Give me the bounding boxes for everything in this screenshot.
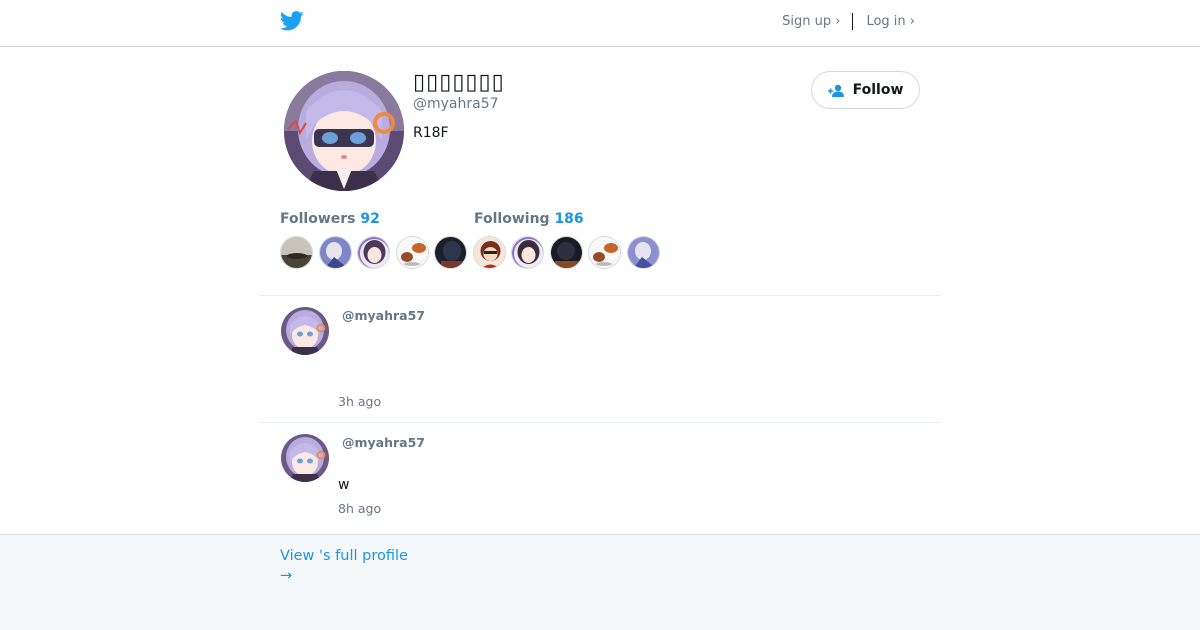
follower-avatar[interactable] (357, 236, 390, 269)
follower-avatar[interactable] (434, 236, 467, 269)
follower-avatar[interactable] (280, 236, 313, 269)
tweet-avatar[interactable] (281, 307, 329, 355)
following-label: Following (474, 211, 550, 227)
follower-avatar[interactable] (588, 236, 621, 269)
tweet-avatar[interactable] (281, 434, 329, 482)
divider (852, 13, 854, 30)
profile-handle: @myahra57 (413, 96, 499, 112)
top-bar: Sign up › Log in › (0, 0, 1200, 47)
view-full-profile-link[interactable]: View 's full profile → (280, 546, 408, 586)
profile-avatar[interactable] (284, 71, 404, 191)
profile-avatar-image (284, 71, 404, 191)
divider (260, 295, 940, 296)
follow-label: Follow (852, 82, 904, 98)
arrow-right-icon: → (280, 568, 293, 584)
follower-avatar[interactable] (472, 236, 506, 269)
divider (260, 422, 940, 423)
follower-avatar[interactable] (626, 236, 660, 269)
followers-label: Followers (280, 211, 356, 227)
view-full-profile-label: View 's full profile (280, 548, 408, 564)
profile-bio: R18F (413, 125, 449, 141)
following-stat[interactable]: Following 186 (474, 211, 584, 227)
tweet-username[interactable]: @myahra57 (342, 435, 425, 450)
tweet-text: w (338, 477, 350, 493)
follower-avatar[interactable] (395, 236, 429, 269)
following-count: 186 (554, 211, 584, 227)
follower-avatar[interactable] (549, 236, 583, 269)
follower-avatar[interactable] (511, 236, 544, 269)
sign-up-link[interactable]: Sign up › (782, 14, 840, 29)
tweet-timestamp[interactable]: 3h ago (338, 394, 381, 409)
log-in-link[interactable]: Log in › (866, 14, 915, 29)
followers-count: 92 (360, 211, 380, 227)
tweet-username[interactable]: @myahra57 (342, 308, 425, 323)
tweet-timestamp[interactable]: 8h ago (338, 501, 381, 516)
footer: View 's full profile → (0, 534, 1200, 630)
follower-avatars (280, 236, 665, 269)
follow-button[interactable]: Follow (811, 71, 920, 109)
auth-links: Sign up › Log in › (782, 13, 915, 30)
profile-name: ▯▯▯▯▯▯▯ (413, 70, 505, 95)
add-user-icon (827, 84, 844, 97)
follower-avatar[interactable] (318, 236, 352, 269)
twitter-bird-icon[interactable] (280, 10, 304, 32)
followers-stat[interactable]: Followers 92 (280, 211, 380, 227)
